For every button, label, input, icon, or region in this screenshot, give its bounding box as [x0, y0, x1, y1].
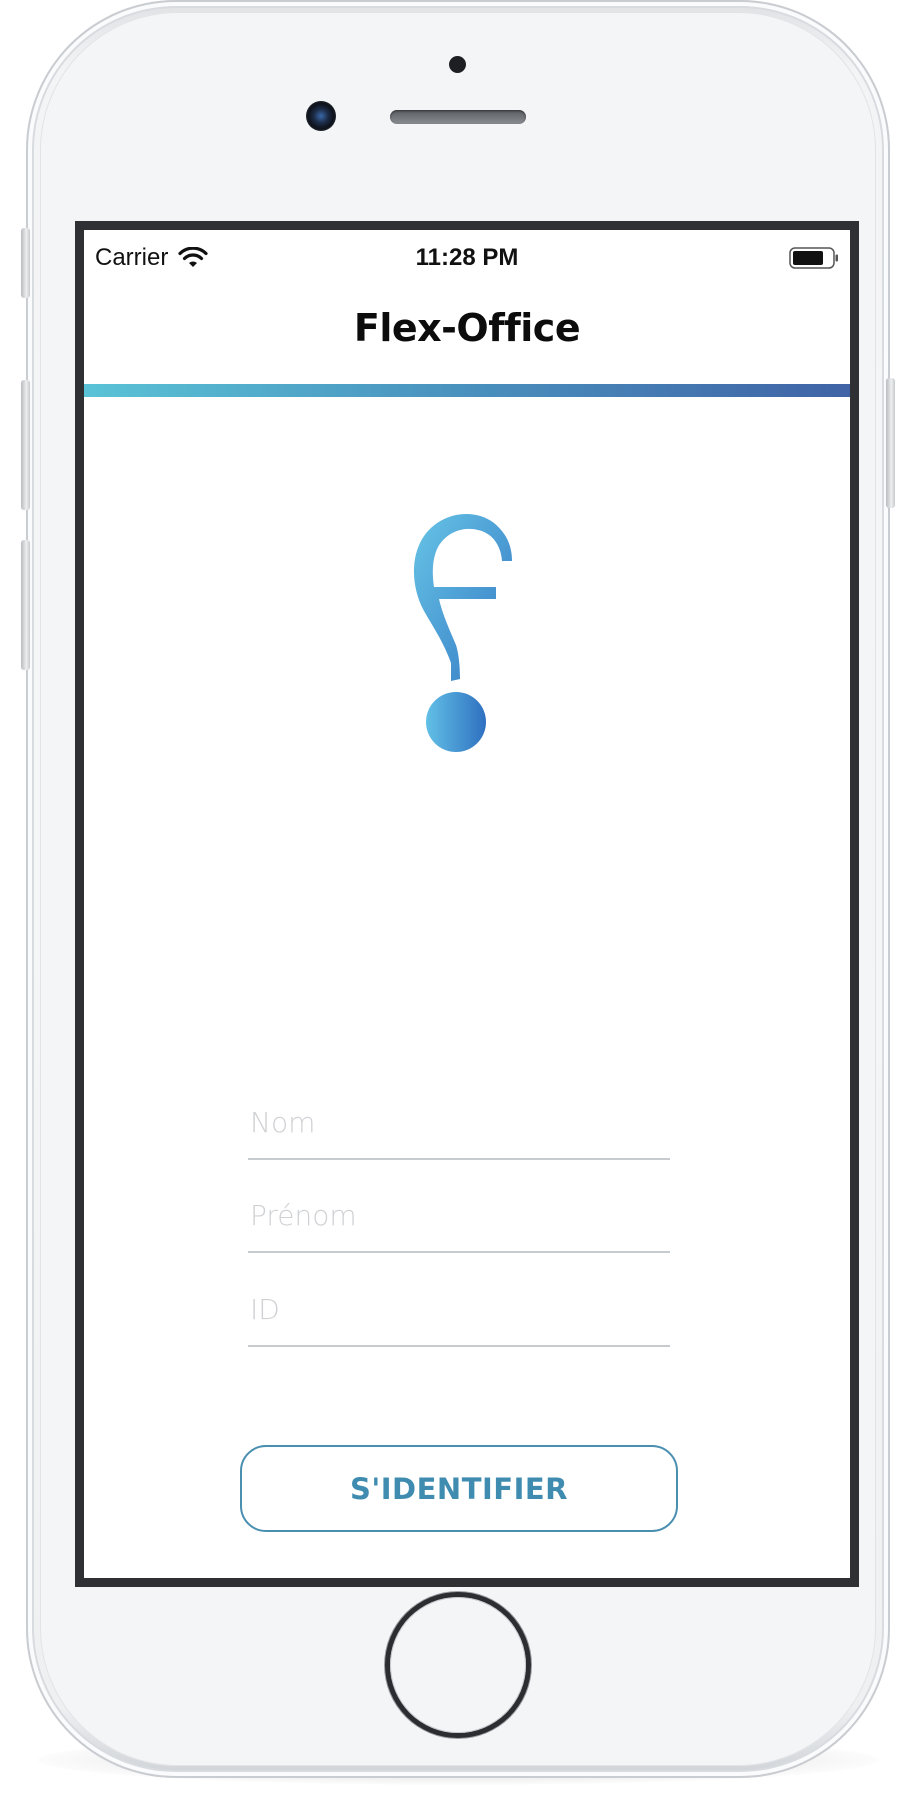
- power-button: [886, 378, 895, 508]
- nom-input[interactable]: [248, 1092, 670, 1152]
- home-button[interactable]: [390, 1597, 526, 1733]
- status-bar: Carrier 11:28 PM: [84, 230, 850, 278]
- proximity-sensor: [449, 56, 466, 73]
- device-stage: Carrier 11:28 PM Flex-Office Nom Prénom …: [0, 0, 916, 1808]
- volume-up-button: [21, 380, 30, 510]
- prenom-input[interactable]: [248, 1185, 670, 1245]
- earpiece-speaker: [390, 110, 526, 124]
- prenom-field: [248, 1185, 670, 1253]
- volume-down-button: [21, 540, 30, 670]
- nav-accent-bar: [84, 384, 850, 397]
- status-time: 11:28 PM: [415, 244, 519, 271]
- id-field: [248, 1279, 670, 1347]
- flex-office-logo: [413, 513, 512, 752]
- app-screen: Carrier 11:28 PM Flex-Office Nom Prénom …: [75, 221, 859, 1587]
- mute-switch: [21, 228, 30, 298]
- front-camera: [306, 101, 336, 131]
- nom-field: [248, 1092, 670, 1160]
- nav-title: Flex-Office: [353, 306, 581, 350]
- battery-full-icon: [789, 247, 838, 269]
- id-input[interactable]: [248, 1279, 670, 1339]
- login-button[interactable]: S'IDENTIFIER: [240, 1445, 678, 1532]
